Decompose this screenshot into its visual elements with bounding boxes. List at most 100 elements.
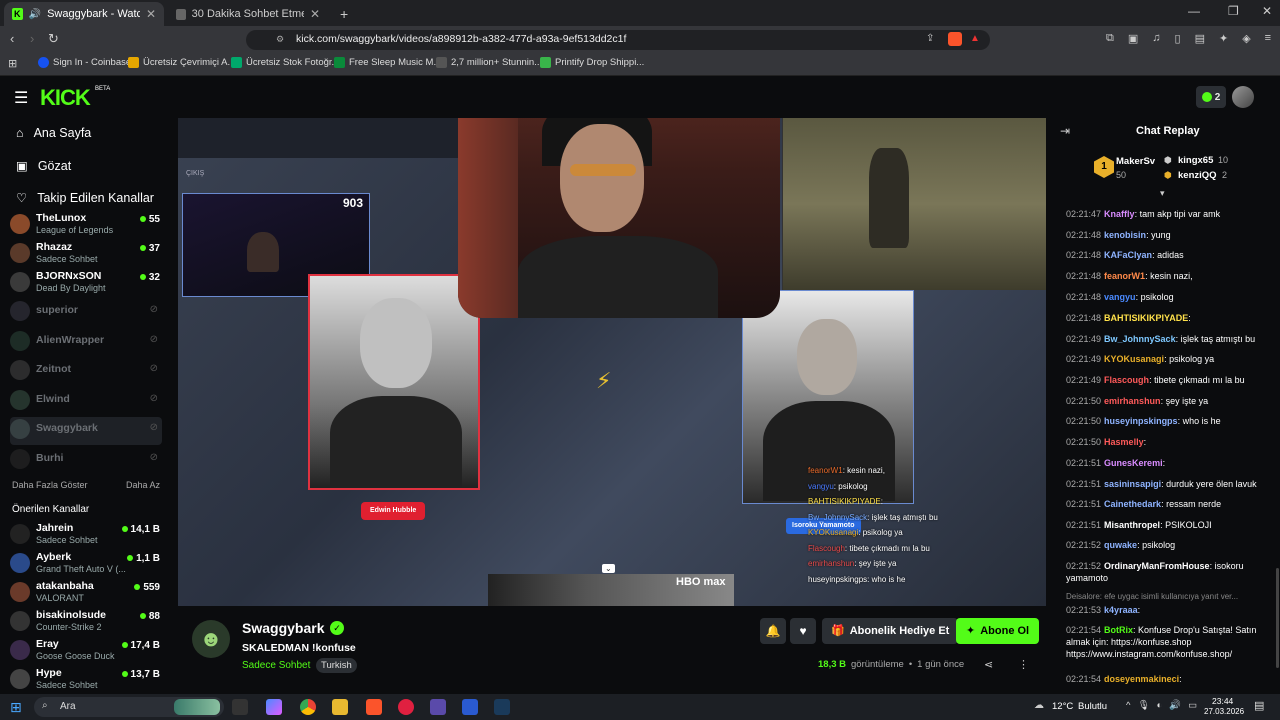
weather-temp[interactable]: 12°C [1052, 701, 1073, 712]
hbo-ad-banner[interactable]: HBO max [488, 574, 734, 606]
subscribe-button[interactable]: ✦ Abone Ol [956, 618, 1040, 644]
channel-avatar[interactable]: ☻ [192, 620, 230, 658]
offline-channel[interactable]: superior ⊘ [10, 299, 162, 327]
kick-logo[interactable]: KICK [40, 85, 91, 111]
close-tab-icon[interactable]: ✕ [310, 7, 320, 21]
user-avatar[interactable] [1232, 86, 1254, 108]
chat-username[interactable]: k4yraaa [1104, 605, 1138, 615]
bookmark-item[interactable]: Free Sleep Music M... [334, 57, 441, 68]
forward-icon[interactable]: › [30, 31, 34, 46]
chat-username[interactable]: KAFaClyan [1104, 250, 1152, 260]
wallet-icon[interactable]: ▤ [1195, 32, 1205, 45]
microphone-icon[interactable]: 🎙 [1137, 700, 1149, 711]
chat-message[interactable]: 02:21:48 vangyu: psikolog [1066, 291, 1276, 303]
notification-center-icon[interactable]: ▤ [1254, 699, 1264, 712]
chat-username[interactable]: Bw_JohnnySack [1104, 334, 1176, 344]
chat-username[interactable]: quwake [1104, 540, 1137, 550]
tray-chevron-icon[interactable]: ^ [1126, 700, 1130, 711]
chat-message[interactable]: 02:21:50 huseyinpskingps: who is he [1066, 415, 1276, 427]
chat-message[interactable]: 02:21:54 doseyenmakineci: [1066, 673, 1276, 685]
clock-date[interactable]: 27.03.2026 [1204, 707, 1244, 716]
chrome-icon[interactable] [300, 699, 316, 715]
app-icon[interactable] [430, 699, 446, 715]
taskbar-search[interactable]: ⌕ Ara [34, 697, 224, 717]
chat-message[interactable]: 02:21:51 Misanthropel: PSIKOLOJI [1066, 519, 1276, 531]
chat-message[interactable]: 02:21:51 Cainethedark: ressam nerde [1066, 498, 1276, 510]
screenshot-icon[interactable]: ▣ [1128, 32, 1138, 45]
nav-browse[interactable]: ▣ Gözat [16, 158, 71, 174]
copilot-icon[interactable] [266, 699, 282, 715]
bell-icon[interactable]: 🔔 [760, 618, 786, 644]
bookmark-item[interactable]: Sign In - Coinbase [38, 57, 131, 68]
chat-message[interactable]: 02:21:49 Bw_JohnnySack: işlek taş atmıştı… [1066, 333, 1276, 345]
bookmark-item[interactable]: 2,7 million+ Stunnin... [436, 57, 542, 68]
volume-icon[interactable]: 🔊 [1169, 700, 1181, 711]
recommended-channel[interactable]: Eray Goose Goose Duck 17,4 B [10, 638, 162, 666]
collapse-chat-icon[interactable]: ⇥ [1060, 124, 1070, 138]
windows-start-icon[interactable]: ⊞ [10, 699, 22, 716]
chat-message[interactable]: 02:21:48 kenobisin: yung [1066, 229, 1276, 241]
browser-tab-active[interactable]: K 🔊 Swaggybark - Watch the VOD ✕ [4, 2, 164, 26]
reload-icon[interactable]: ↻ [48, 31, 59, 47]
apps-grid-icon[interactable]: ⊞ [8, 57, 17, 70]
chat-username[interactable]: Misanthropel [1104, 520, 1160, 530]
chat-username[interactable]: feanorW1 [1104, 271, 1145, 281]
chat-message[interactable]: 02:21:52 OrdinaryManFromHouse: isokoru ya… [1066, 560, 1276, 584]
nav-home[interactable]: ⌂ Ana Sayfa [16, 126, 91, 140]
share-icon[interactable]: ⋖ [984, 658, 993, 671]
bookmark-item[interactable]: Printify Drop Shippi... [540, 57, 644, 68]
file-explorer-icon[interactable] [332, 699, 348, 715]
chat-message[interactable]: 02:21:51 sasininsapigi: durduk yere ölen … [1066, 478, 1276, 490]
back-icon[interactable]: ‹ [10, 31, 14, 46]
leader-name[interactable]: kingx65 [1178, 155, 1213, 166]
chat-username[interactable]: Hasmelly [1104, 437, 1144, 447]
chat-username[interactable]: OrdinaryManFromHouse [1104, 561, 1210, 571]
chat-username[interactable]: huseyinpskingps [1104, 416, 1178, 426]
recommended-channel[interactable]: Jahrein Sadece Sohbet 14,1 B [10, 522, 162, 550]
task-view-icon[interactable] [232, 699, 248, 715]
music-icon[interactable]: ♫ [1152, 32, 1160, 45]
offline-channel[interactable]: AlienWrapper ⊘ [10, 329, 162, 357]
vpn-icon[interactable]: ◈ [1242, 32, 1250, 45]
chat-username[interactable]: Cainethedark [1104, 499, 1161, 509]
language-tag[interactable]: Turkish [316, 658, 357, 673]
bookmark-item[interactable]: Ücretsiz Stok Fotoğr... [231, 57, 339, 68]
new-tab-button[interactable]: + [332, 2, 352, 26]
collapse-icon[interactable]: ⌄ [602, 564, 615, 573]
share-icon[interactable]: ⇪ [926, 33, 934, 44]
chat-message[interactable]: 02:21:49 Flascough: tibete çıkmadı mı la … [1066, 374, 1276, 386]
leader-name[interactable]: kenziQQ [1178, 170, 1217, 181]
show-less-link[interactable]: Daha Az [126, 480, 160, 490]
brave-rewards-icon[interactable]: ▲ [970, 33, 980, 44]
chat-username[interactable]: KYOKusanagi [1104, 354, 1164, 364]
offline-channel[interactable]: Burhi ⊘ [10, 447, 162, 475]
clock-time[interactable]: 23:44 [1212, 696, 1233, 706]
follow-heart-icon[interactable]: ♥ [790, 618, 816, 644]
chat-username[interactable]: GunesKeremi [1104, 458, 1163, 468]
app-icon[interactable] [462, 699, 478, 715]
browser-tab[interactable]: 30 Dakika Sohbet Etme Şansın Olsa K ✕ [168, 2, 328, 26]
chat-scrollbar[interactable] [1276, 568, 1279, 668]
chat-message[interactable]: 02:21:50 Hasmelly: [1066, 436, 1276, 448]
recommended-channel[interactable]: Ayberk Grand Theft Auto V (... 1,1 B [10, 551, 162, 579]
close-tab-icon[interactable]: ✕ [146, 7, 156, 21]
media-player-icon[interactable] [398, 699, 414, 715]
hamburger-menu-icon[interactable]: ☰ [14, 88, 28, 108]
category-link[interactable]: Sadece Sohbet [242, 660, 310, 671]
leader-name[interactable]: MakerSv [1116, 156, 1155, 167]
chat-message[interactable]: 02:21:48 KAFaClyan: adidas [1066, 249, 1276, 261]
weather-label[interactable]: Bulutlu [1078, 701, 1107, 712]
chat-message[interactable]: 02:21:52 quwake: psikolog [1066, 539, 1276, 551]
video-player[interactable]: ÇIKIŞ 903 Edwin Hubble ⚡ Isoroku Yamamot… [178, 118, 1046, 606]
chat-username[interactable]: BAHTISIKIKPIYADE [1104, 313, 1188, 323]
more-options-icon[interactable]: ⋮ [1018, 658, 1029, 671]
bookmark-item[interactable]: Ücretsiz Çevrimiçi A... [128, 57, 235, 68]
leo-icon[interactable]: ✦ [1219, 32, 1228, 45]
steam-icon[interactable] [494, 699, 510, 715]
minimize-icon[interactable]: — [1188, 4, 1200, 18]
followed-channel[interactable]: BJORNxSON Dead By Daylight 32 [10, 270, 162, 298]
recommended-channel[interactable]: Hype Sadece Sohbet 13,7 B [10, 667, 162, 695]
extensions-icon[interactable]: ⧉ [1106, 32, 1114, 45]
chat-message[interactable]: 02:21:53 k4yraaa: [1066, 604, 1276, 616]
maximize-icon[interactable]: ❐ [1228, 4, 1239, 18]
